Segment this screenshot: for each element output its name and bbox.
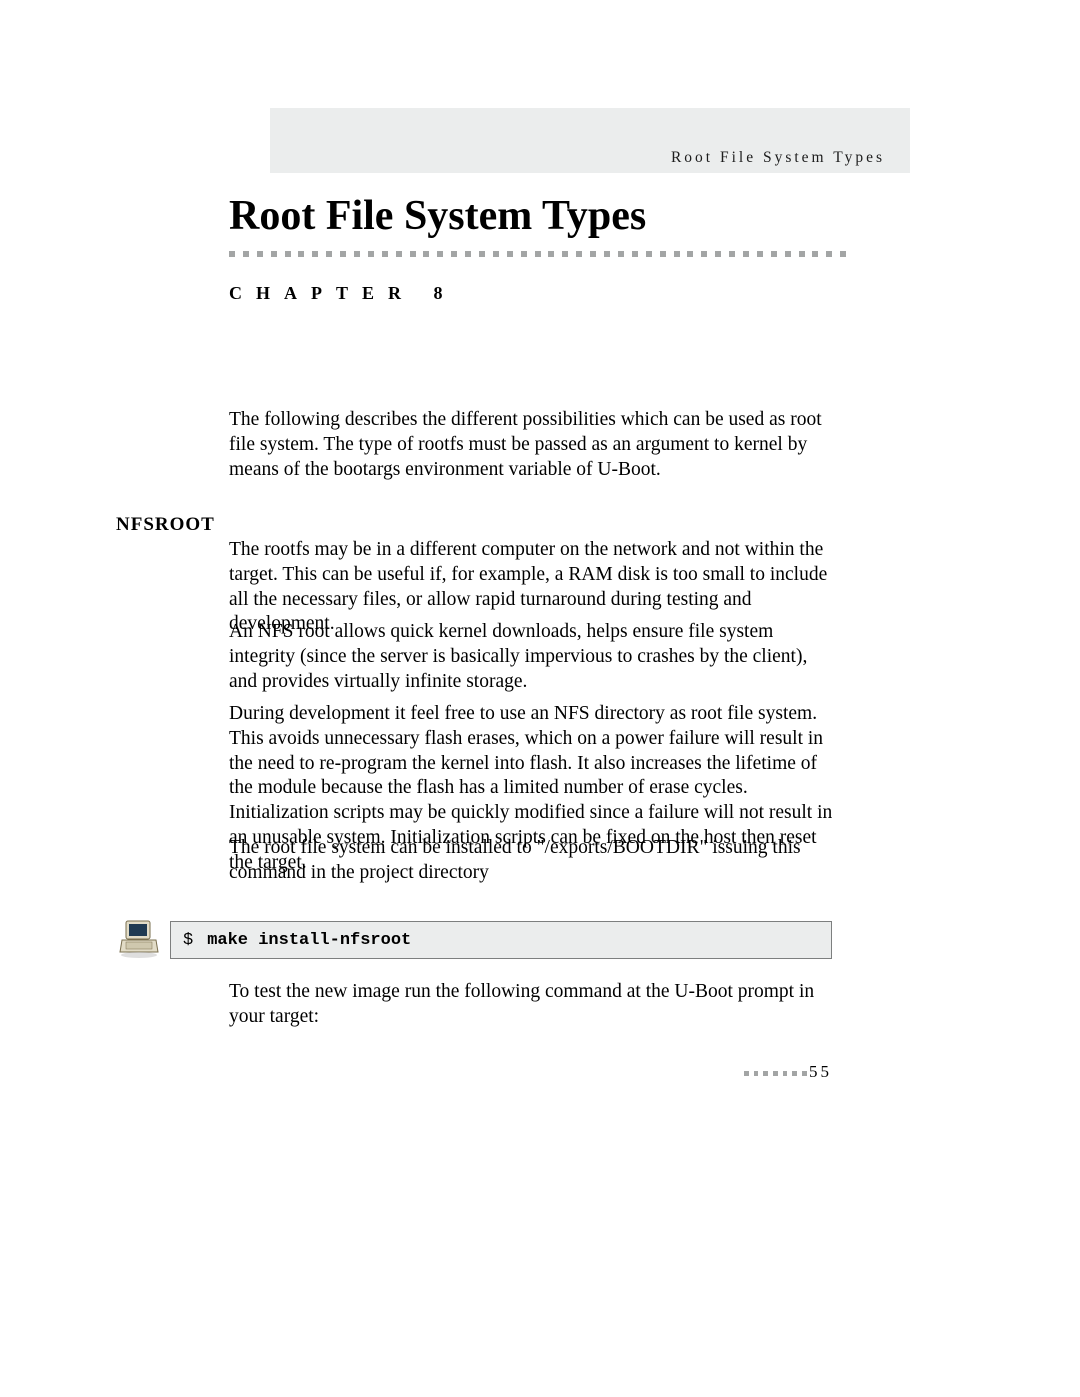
- page-number: 55: [809, 1062, 832, 1082]
- computer-icon: [118, 918, 160, 960]
- command-box: $ make install-nfsroot: [170, 921, 832, 959]
- header-banner: Root File System Types: [270, 108, 910, 173]
- title-dotted-rule: [229, 251, 846, 257]
- nfsroot-paragraph-2: An NFS root allows quick kernel download…: [229, 620, 834, 694]
- chapter-label: CHAPTER 8: [229, 283, 457, 304]
- intro-paragraph: The following describes the different po…: [229, 408, 834, 482]
- section-heading-nfsroot: NFSROOT: [116, 514, 215, 536]
- page-title: Root File System Types: [229, 192, 646, 240]
- footer-dotted-rule: [744, 1071, 807, 1076]
- nfsroot-after-command: To test the new image run the following …: [229, 980, 834, 1030]
- document-page: Root File System Types Root File System …: [0, 0, 1080, 1397]
- command-text: make install-nfsroot: [207, 931, 411, 950]
- nfsroot-paragraph-4: The root file system can be installed to…: [229, 836, 834, 886]
- command-prompt: $: [183, 931, 193, 950]
- running-head: Root File System Types: [671, 149, 885, 167]
